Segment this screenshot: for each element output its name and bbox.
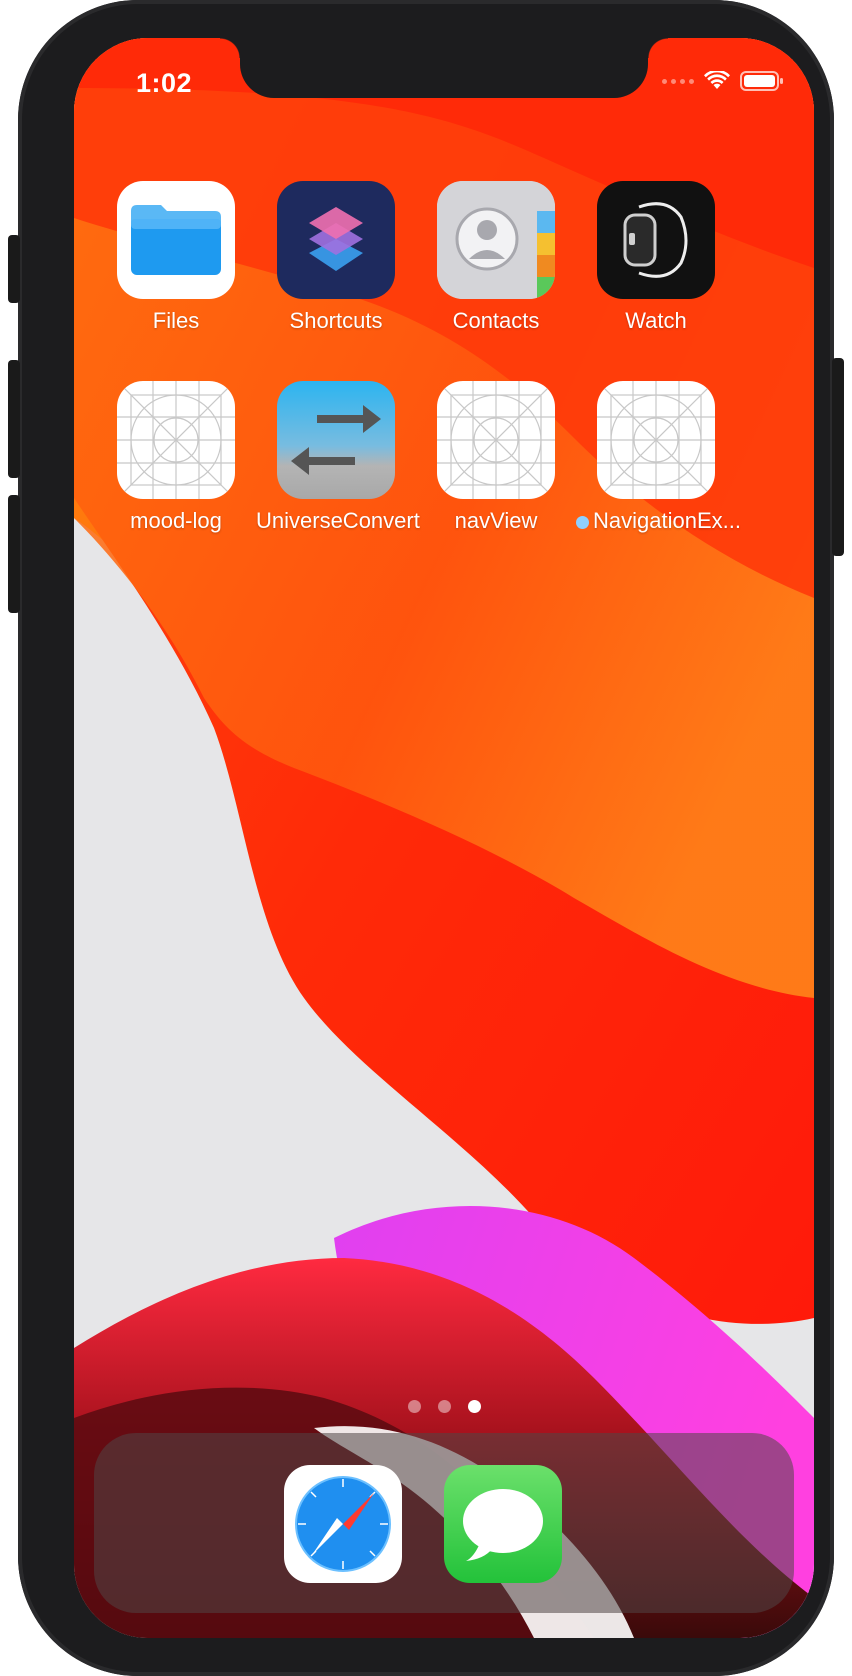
device-frame: 1:02 Files Shortcuts Contacts Watch mood… [8, 0, 844, 1676]
files-folder-icon [117, 181, 235, 299]
arrows-swap-icon [277, 381, 395, 499]
placeholder-grid-icon [117, 381, 235, 499]
status-time: 1:02 [136, 68, 193, 98]
side-button [832, 358, 844, 556]
app-label: mood-log [130, 508, 222, 533]
watch-icon [597, 181, 715, 299]
app-mood-log[interactable]: mood-log [96, 381, 256, 534]
new-app-dot-icon [576, 515, 589, 529]
app-label: Watch [625, 308, 687, 333]
app-files[interactable]: Files [96, 181, 256, 334]
cellular-dots-icon [662, 78, 694, 84]
safari-compass-icon[interactable] [284, 1465, 402, 1583]
app-shortcuts[interactable]: Shortcuts [256, 181, 416, 334]
wifi-icon [704, 71, 730, 89]
status-icons [662, 68, 784, 94]
app-label: Contacts [452, 308, 540, 333]
app-label: NavigationEx... [576, 508, 741, 534]
contacts-icon [437, 181, 555, 299]
app-label: Shortcuts [289, 308, 383, 333]
notch [220, 38, 668, 98]
page-dot[interactable] [437, 1400, 451, 1413]
battery-icon [740, 71, 783, 91]
shortcuts-icon [277, 181, 395, 299]
page-indicator[interactable] [74, 1400, 814, 1413]
page-dot[interactable] [407, 1400, 421, 1413]
app-label: navView [454, 508, 538, 533]
app-contacts[interactable]: Contacts [416, 181, 576, 334]
app-universeconvert[interactable]: UniverseConvert [256, 381, 420, 534]
volume-down-button [8, 495, 20, 613]
messages-bubble-icon[interactable] [444, 1465, 562, 1583]
placeholder-grid-icon [437, 381, 555, 499]
app-watch[interactable]: Watch [576, 181, 736, 334]
dock [94, 1433, 794, 1613]
app-navview[interactable]: navView [416, 381, 576, 534]
app-label: Files [152, 308, 200, 333]
home-screen: 1:02 Files Shortcuts Contacts Watch mood… [74, 38, 814, 1638]
placeholder-grid-icon [597, 381, 715, 499]
app-label-text: NavigationEx... [593, 508, 741, 533]
app-label: UniverseConvert [256, 508, 420, 533]
volume-up-button [8, 360, 20, 478]
app-navigationex[interactable]: NavigationEx... [576, 381, 741, 534]
page-dot-current[interactable] [467, 1400, 481, 1413]
silent-switch [8, 235, 20, 303]
